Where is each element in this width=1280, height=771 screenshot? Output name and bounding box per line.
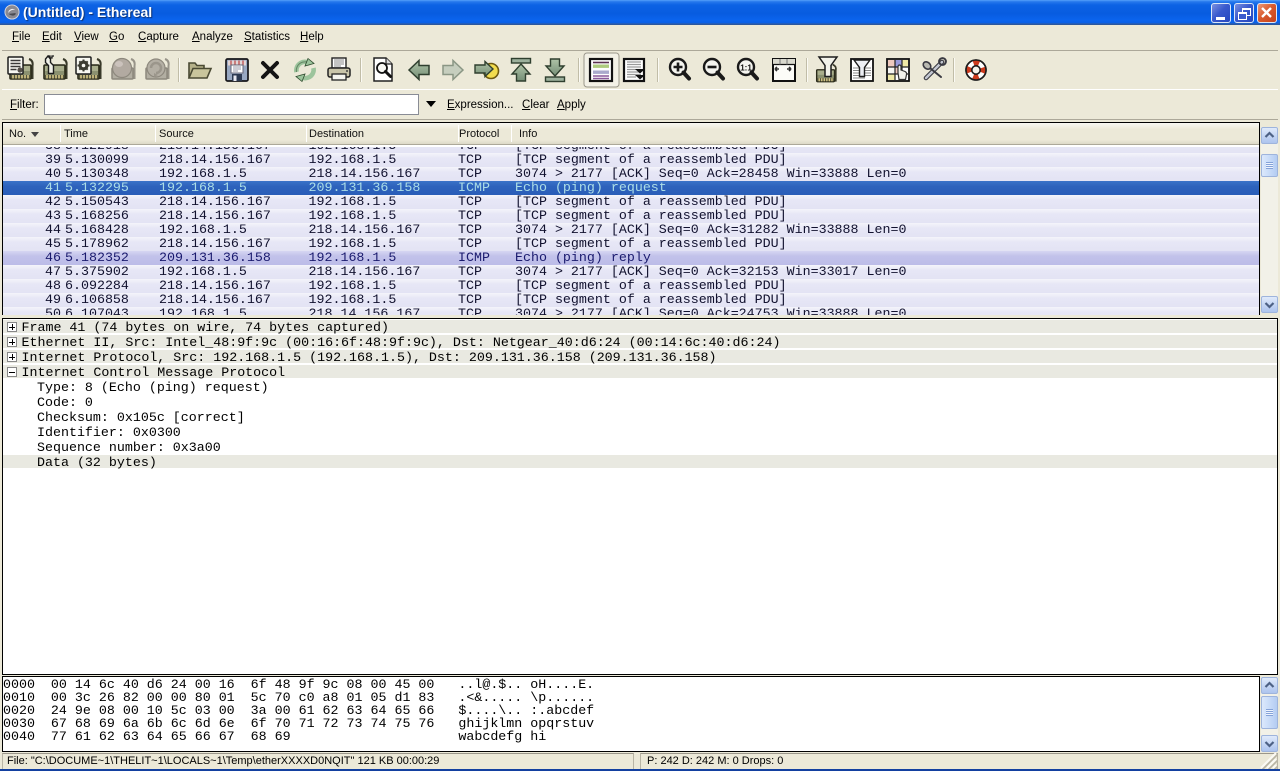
svg-text:1:1: 1:1 bbox=[740, 64, 752, 73]
